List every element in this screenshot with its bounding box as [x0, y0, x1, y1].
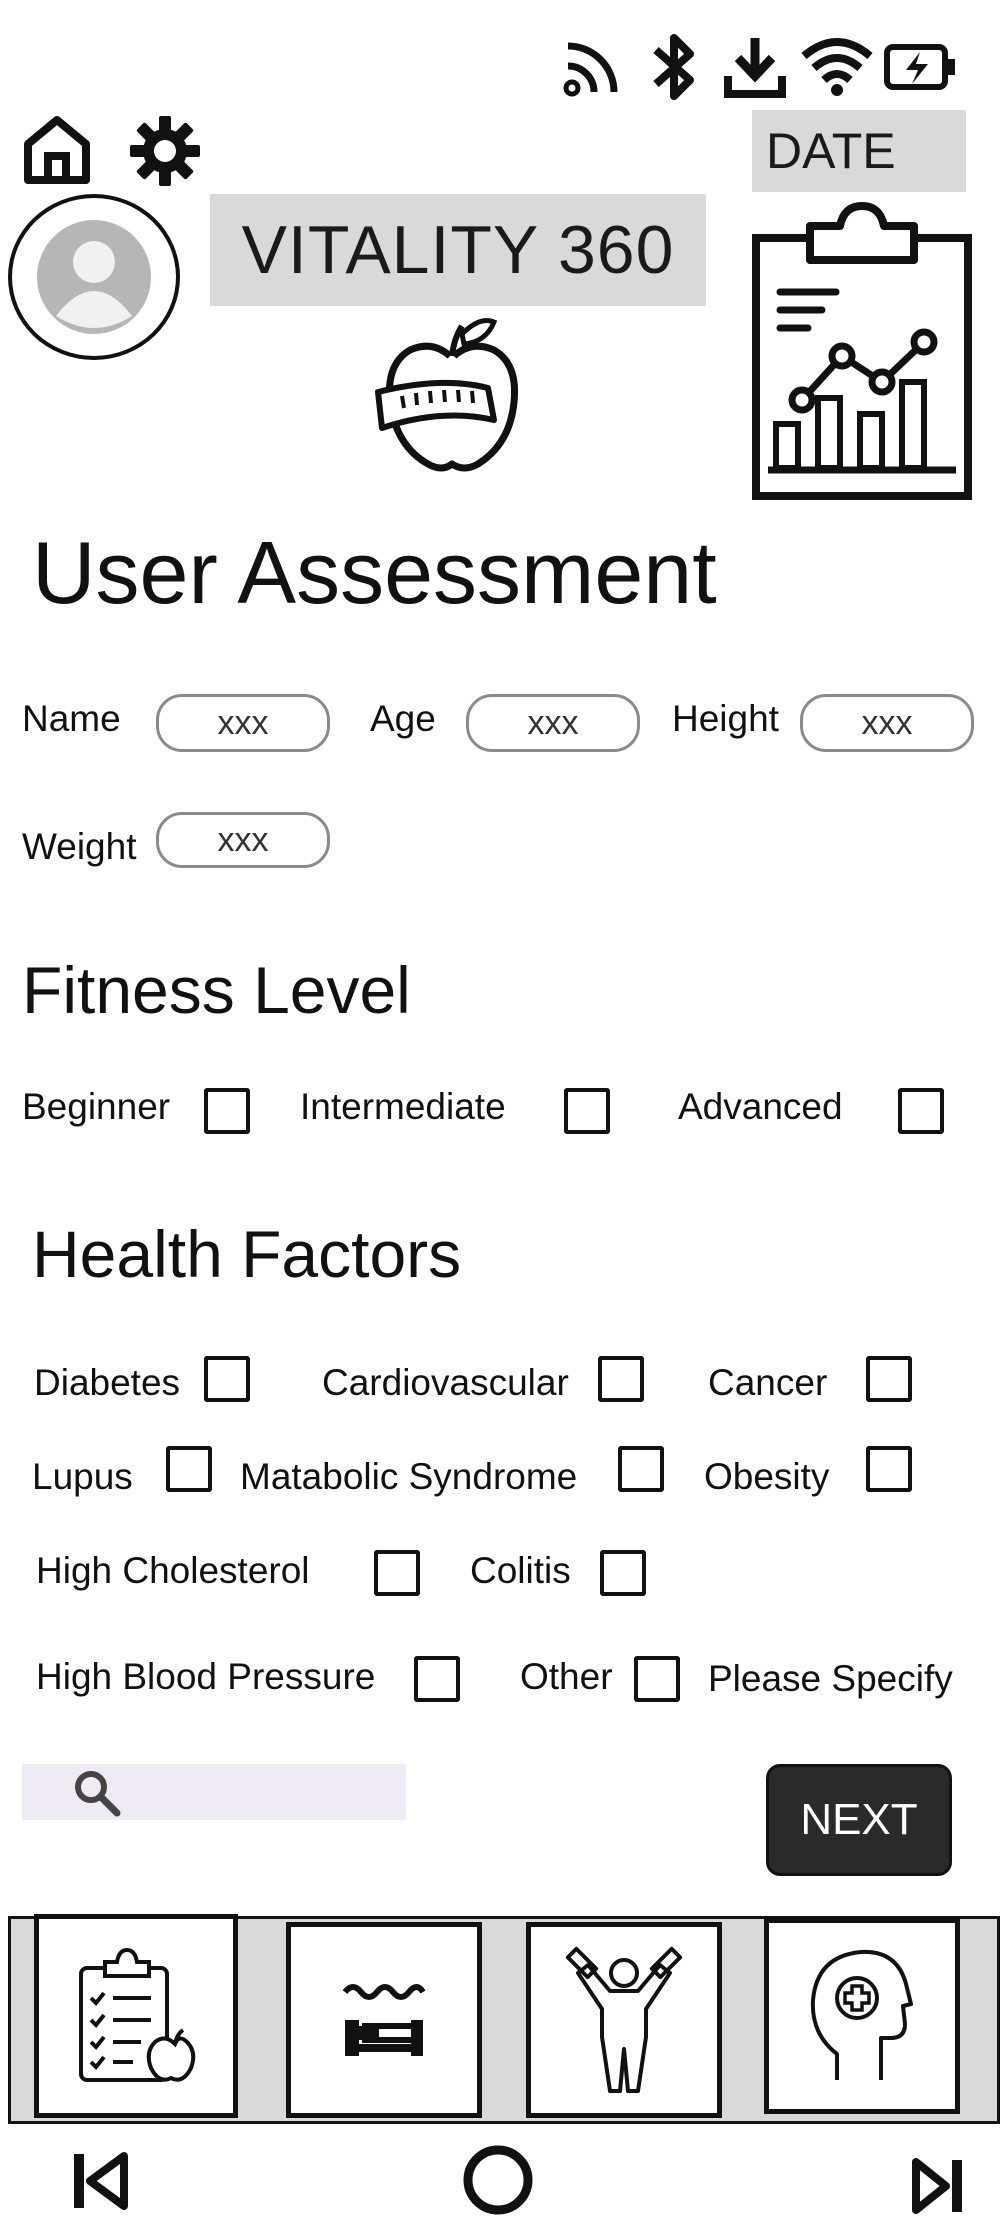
health-option-label: Cardiovascular [322, 1362, 569, 1403]
tab-mental-health[interactable] [764, 1918, 960, 2114]
apple-tape-logo [372, 316, 534, 476]
health-option-label: Cancer [708, 1362, 828, 1403]
other-checkbox[interactable] [634, 1656, 680, 1702]
health-option-label: Matabolic Syndrome [240, 1456, 578, 1497]
fitness-option-label: Intermediate [300, 1086, 506, 1127]
obesity-checkbox[interactable] [866, 1446, 912, 1492]
tab-sleep[interactable] [286, 1922, 482, 2118]
section-title-fitness: Fitness Level [22, 953, 411, 1027]
health-option-label: High Blood Pressure [36, 1656, 376, 1697]
age-field[interactable]: xxx [466, 694, 640, 752]
fitness-option-label: Advanced [678, 1086, 843, 1127]
weight-label: Weight [22, 826, 137, 867]
health-option-label: Other [520, 1656, 613, 1697]
health-option-label: Colitis [470, 1550, 571, 1591]
home-icon[interactable] [22, 114, 92, 186]
workout-icon [565, 1946, 683, 2093]
search-input[interactable] [22, 1764, 406, 1820]
gear-icon[interactable] [128, 114, 202, 188]
sleep-icon [342, 1984, 426, 2056]
previous-icon[interactable] [72, 2150, 130, 2212]
next-icon[interactable] [910, 2156, 964, 2216]
weight-field[interactable]: xxx [156, 812, 330, 868]
height-field[interactable]: xxx [800, 694, 974, 752]
clipboard-chart-icon [752, 202, 972, 500]
lupus-checkbox[interactable] [166, 1446, 212, 1492]
high-blood-pressure-checkbox[interactable] [414, 1656, 460, 1702]
beginner-checkbox[interactable] [204, 1088, 250, 1134]
home-circle-icon[interactable] [462, 2144, 534, 2216]
cast-icon [562, 36, 624, 98]
advanced-checkbox[interactable] [898, 1088, 944, 1134]
diabetes-checkbox[interactable] [204, 1356, 250, 1402]
app-title: VITALITY 360 [210, 194, 706, 306]
health-option-label: High Cholesterol [36, 1550, 310, 1591]
battery-charging-icon [884, 42, 958, 92]
age-label: Age [370, 698, 436, 739]
avatar[interactable] [8, 194, 180, 360]
please-specify-label: Please Specify [708, 1658, 953, 1699]
health-option-label: Obesity [704, 1456, 830, 1497]
next-button[interactable]: NEXT [766, 1764, 952, 1876]
mental-health-icon [810, 1949, 913, 2080]
cancer-checkbox[interactable] [866, 1356, 912, 1402]
download-icon [722, 34, 788, 100]
name-label: Name [22, 698, 121, 739]
intermediate-checkbox[interactable] [564, 1088, 610, 1134]
date-display: DATE [752, 110, 966, 192]
assessment-apple-icon [79, 1947, 196, 2082]
tab-assessment[interactable] [34, 1914, 238, 2118]
colitis-checkbox[interactable] [600, 1550, 646, 1596]
fitness-option-label: Beginner [22, 1086, 171, 1127]
health-option-label: Diabetes [34, 1362, 181, 1403]
search-icon [75, 1771, 121, 1817]
wifi-icon [800, 36, 874, 98]
health-option-label: Lupus [32, 1456, 133, 1497]
section-title-health: Health Factors [32, 1217, 462, 1291]
bluetooth-icon [650, 32, 700, 102]
section-title-assessment: User Assessment [32, 523, 717, 622]
avatar-icon [37, 220, 151, 334]
name-field[interactable]: xxx [156, 694, 330, 752]
height-label: Height [672, 698, 779, 739]
tab-workout[interactable] [526, 1922, 722, 2118]
high-cholesterol-checkbox[interactable] [374, 1550, 420, 1596]
metabolic-syndrome-checkbox[interactable] [618, 1446, 664, 1492]
cardiovascular-checkbox[interactable] [598, 1356, 644, 1402]
